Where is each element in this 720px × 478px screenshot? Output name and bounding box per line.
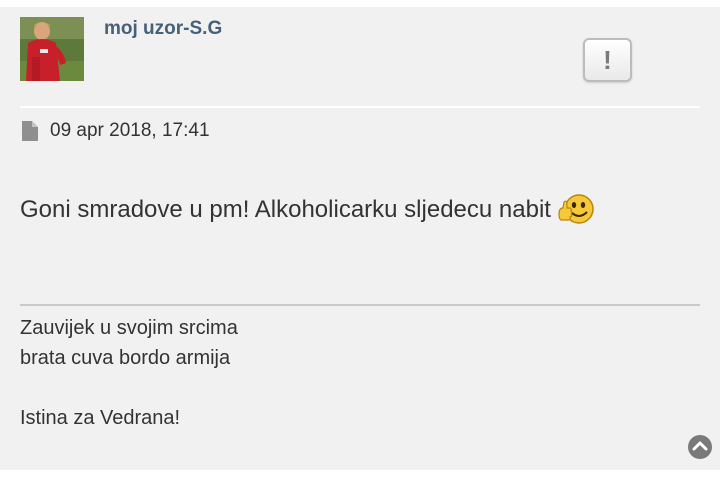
signature-divider [20, 304, 700, 306]
report-button[interactable]: ! [583, 38, 632, 82]
avatar-image [20, 17, 84, 81]
file-icon[interactable] [20, 120, 40, 142]
post-date: 09 apr 2018, 17:41 [50, 120, 210, 141]
post-content: Goni smradove u pm! Alkoholicarku sljede… [20, 192, 595, 228]
signature-line: Istina za Vedrana! [20, 407, 181, 429]
signature-line: Zauvijek u svojim srcima [20, 317, 238, 339]
username-link[interactable]: moj uzor-S.G [104, 18, 222, 40]
thumbs-up-smiley-icon [558, 194, 594, 224]
back-to-top-button[interactable] [687, 434, 713, 460]
post-panel: moj uzor-S.G ! 09 apr 2018, 17:41 Goni s… [0, 7, 720, 470]
signature-line: brata cuva bordo armija [20, 347, 231, 369]
signature-line [20, 373, 238, 403]
exclamation-icon: ! [603, 45, 612, 75]
header-divider [20, 106, 700, 108]
avatar[interactable] [20, 17, 84, 81]
post-text: Goni smradove u pm! Alkoholicarku sljede… [20, 196, 551, 223]
post-meta: 09 apr 2018, 17:41 [20, 119, 210, 143]
signature: Zauvijek u svojim srcima brata cuva bord… [20, 313, 238, 433]
